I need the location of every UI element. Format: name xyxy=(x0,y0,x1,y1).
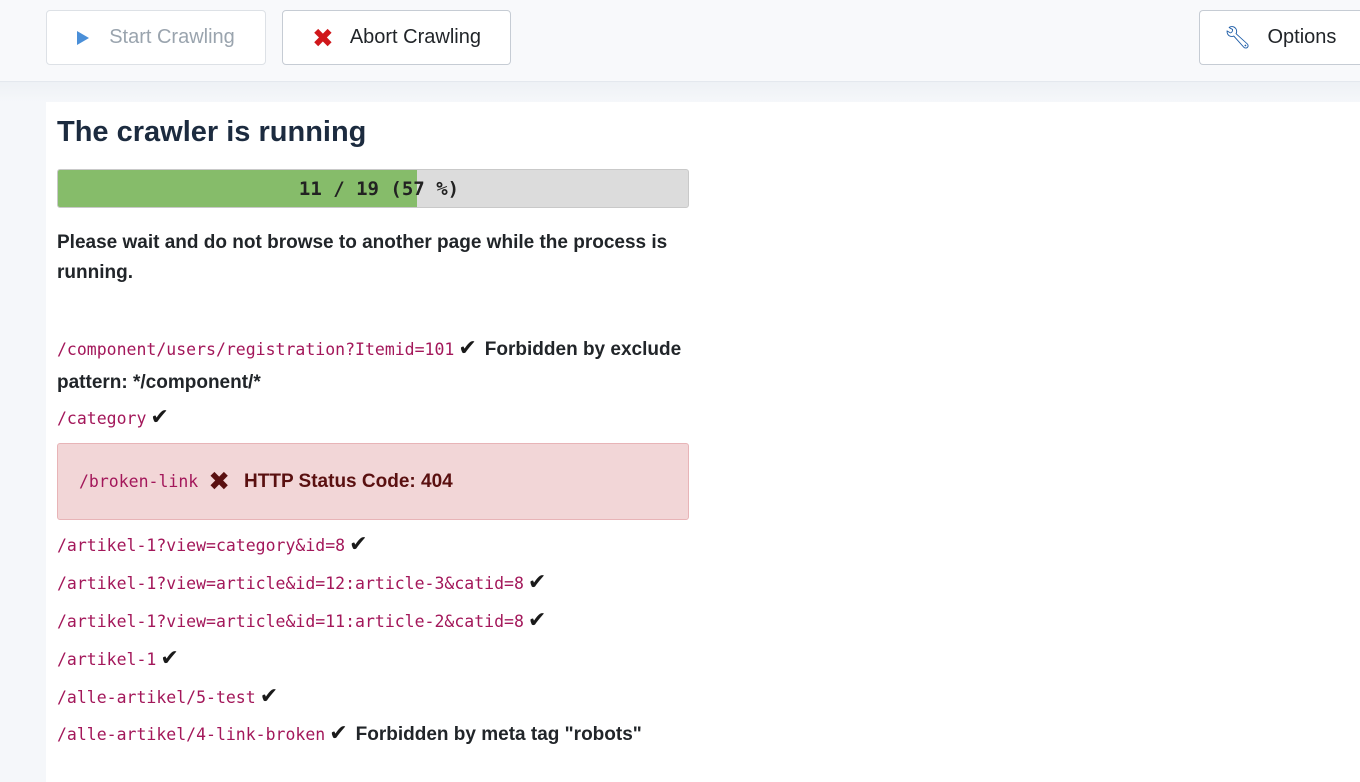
checkmark-icon: ✔ xyxy=(527,569,547,594)
start-crawling-label: Start Crawling xyxy=(109,26,235,48)
log-url: /category xyxy=(57,409,147,428)
progress-bar: 11 / 19 (57 %) xyxy=(57,169,689,208)
wait-message: Please wait and do not browse to another… xyxy=(57,232,668,283)
page-title: The crawler is running xyxy=(57,116,367,148)
x-mark-icon: ✖ xyxy=(208,466,231,496)
log-message: Forbidden by meta tag "robots" xyxy=(355,724,642,745)
log-url: /component/users/registration?Itemid=101 xyxy=(57,340,455,359)
log-item: /artikel-1?view=category&id=8 ✔ xyxy=(57,526,697,564)
close-icon: ✖ xyxy=(312,22,334,53)
options-button[interactable]: 🔧︎ Options xyxy=(1199,10,1360,65)
checkmark-icon: ✔ xyxy=(458,335,477,360)
log-item: /category ✔ xyxy=(57,399,697,437)
log-url: /artikel-1 xyxy=(57,650,157,669)
log-item-error: /broken-link ✖ HTTP Status Code: 404 xyxy=(57,443,689,520)
abort-crawling-button[interactable]: ✖ Abort Crawling xyxy=(282,10,511,65)
log-item: /component/users/registration?Itemid=101… xyxy=(57,331,697,399)
log-url: /alle-artikel/5-test xyxy=(57,688,256,707)
log-item: /alle-artikel/5-test ✔ xyxy=(57,678,697,716)
toolbar-divider xyxy=(0,82,1360,102)
crawl-log: /component/users/registration?Itemid=101… xyxy=(57,331,697,751)
log-item: /artikel-1 ✔ xyxy=(57,640,697,678)
log-item: /artikel-1?view=article&id=11:article-2&… xyxy=(57,602,697,640)
progress-label: 11 / 19 (57 %) xyxy=(298,177,460,200)
log-url: /artikel-1?view=category&id=8 xyxy=(57,536,346,555)
play-icon xyxy=(77,30,90,45)
log-url: /broken-link xyxy=(79,472,199,491)
log-url: /artikel-1?view=article&id=12:article-3&… xyxy=(57,574,524,593)
log-item: /alle-artikel/4-link-broken ✔ Forbidden by… xyxy=(57,716,697,751)
checkmark-icon: ✔ xyxy=(150,404,169,429)
checkmark-icon: ✔ xyxy=(349,531,368,556)
toolbar: Start Crawling ✖ Abort Crawling 🔧︎ Optio… xyxy=(0,0,1360,82)
checkmark-icon: ✔ xyxy=(259,683,279,708)
wrench-icon: 🔧︎ xyxy=(1223,24,1252,50)
log-url: /artikel-1?view=article&id=11:article-2&… xyxy=(57,612,524,631)
options-label: Options xyxy=(1267,26,1337,48)
log-item: /artikel-1?view=article&id=12:article-3&… xyxy=(57,564,697,602)
log-url: /alle-artikel/4-link-broken xyxy=(57,725,326,744)
checkmark-icon: ✔ xyxy=(160,645,179,670)
abort-crawling-label: Abort Crawling xyxy=(349,26,481,48)
checkmark-icon: ✔ xyxy=(329,720,348,745)
log-message: HTTP Status Code: 404 xyxy=(244,470,453,492)
checkmark-icon: ✔ xyxy=(527,607,547,632)
start-crawling-button[interactable]: Start Crawling xyxy=(46,10,266,65)
crawler-panel: The crawler is running 11 / 19 (57 %) Pl… xyxy=(46,102,1360,782)
